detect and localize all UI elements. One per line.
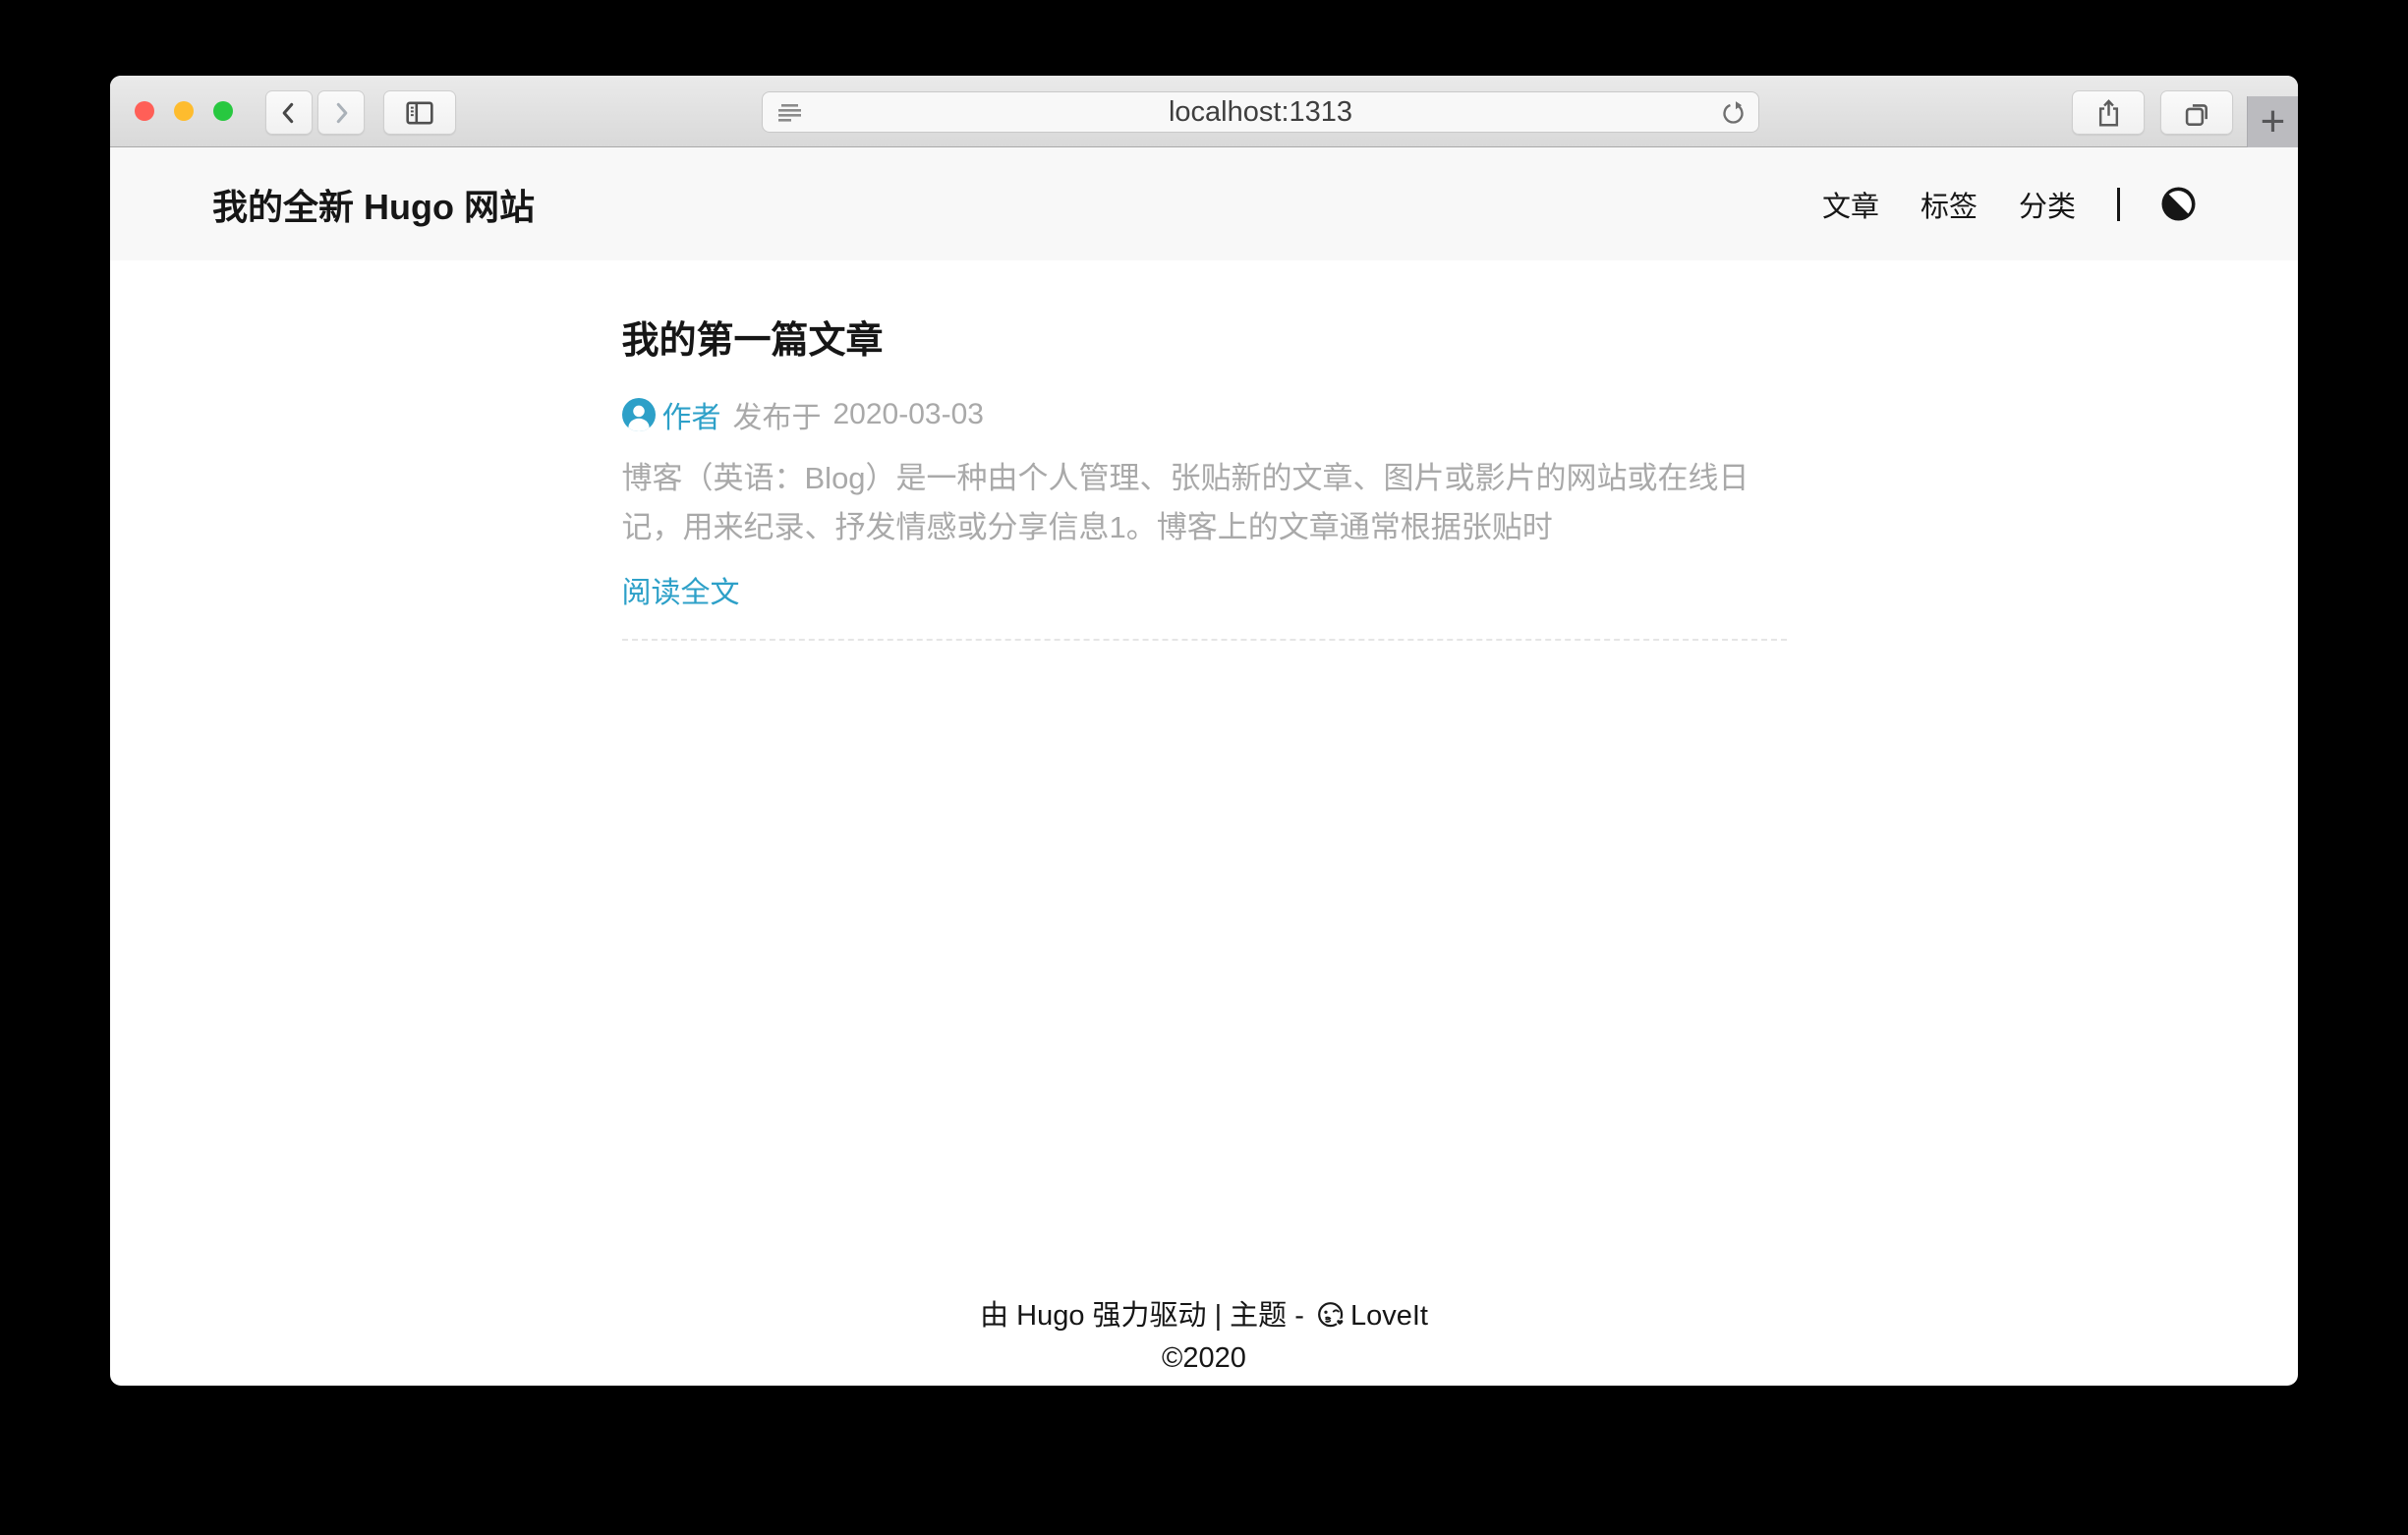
footer-powered-line: 由 Hugo 强力驱动 | 主题 - LoveIt (110, 1295, 2298, 1337)
post-title-link[interactable]: 我的第一篇文章 (622, 310, 1787, 364)
nav-link-posts[interactable]: 文章 (1822, 184, 1879, 225)
nav-separator (2117, 188, 2120, 221)
chevron-left-icon (276, 100, 302, 126)
forward-button[interactable] (317, 90, 365, 135)
post-divider (622, 639, 1787, 641)
post-meta: 作者 发布于 2020-03-03 (622, 393, 1787, 436)
plus-icon: + (2261, 100, 2286, 143)
sidebar-icon (405, 99, 434, 127)
theme-link[interactable]: LoveIt (1350, 1300, 1428, 1332)
main-content: 我的第一篇文章 作者 发布于 2020-03-03 博客（英语： (110, 310, 2298, 641)
nav-link-categories[interactable]: 分类 (2019, 184, 2076, 225)
footer-prefix: 由 (980, 1300, 1016, 1332)
site-title-link[interactable]: 我的全新 Hugo 网站 (212, 179, 535, 230)
footer-copyright: ©2020 (110, 1337, 2298, 1380)
post-date: 2020-03-03 (833, 398, 984, 431)
theme-toggle-icon[interactable] (2161, 187, 2196, 221)
page-footer: 由 Hugo 强力驱动 | 主题 - LoveIt ©2020 (110, 1295, 2298, 1380)
post-summary: 博客（英语：Blog）是一种由个人管理、张贴新的文章、图片或影片的网站或在线日记… (622, 454, 1787, 552)
read-more-link[interactable]: 阅读全文 (622, 568, 740, 611)
address-bar[interactable]: localhost:1313 (762, 91, 1759, 133)
share-icon (2095, 98, 2122, 128)
kiss-wink-heart-icon (1316, 1300, 1347, 1331)
hugo-link[interactable]: Hugo (1016, 1300, 1084, 1332)
minimize-window-button[interactable] (174, 101, 194, 121)
nav-link-tags[interactable]: 标签 (1921, 184, 1978, 225)
tabs-icon (2183, 99, 2210, 127)
site-nav: 文章 标签 分类 (1822, 184, 2196, 225)
share-button[interactable] (2072, 90, 2145, 135)
footer-middle: 强力驱动 | 主题 - (1084, 1300, 1311, 1332)
url-text: localhost:1313 (1169, 96, 1352, 129)
post-author-link[interactable]: 作者 (662, 393, 721, 436)
back-button[interactable] (265, 90, 313, 135)
traffic-lights (135, 101, 233, 121)
reload-icon[interactable] (1720, 100, 1747, 127)
chevron-right-icon (328, 100, 354, 126)
user-circle-icon (622, 398, 656, 431)
show-all-tabs-button[interactable] (2160, 90, 2233, 135)
new-tab-button[interactable]: + (2247, 96, 2298, 147)
safari-window: localhost:1313 (110, 76, 2298, 1386)
sidebar-toggle-button[interactable] (383, 90, 456, 135)
zoom-window-button[interactable] (213, 101, 233, 121)
browser-toolbar: localhost:1313 (110, 76, 2298, 147)
close-window-button[interactable] (135, 101, 154, 121)
site-header: 我的全新 Hugo 网站 文章 标签 分类 (110, 147, 2298, 260)
reader-mode-icon[interactable] (776, 101, 804, 125)
post-published-label: 发布于 (733, 393, 822, 436)
